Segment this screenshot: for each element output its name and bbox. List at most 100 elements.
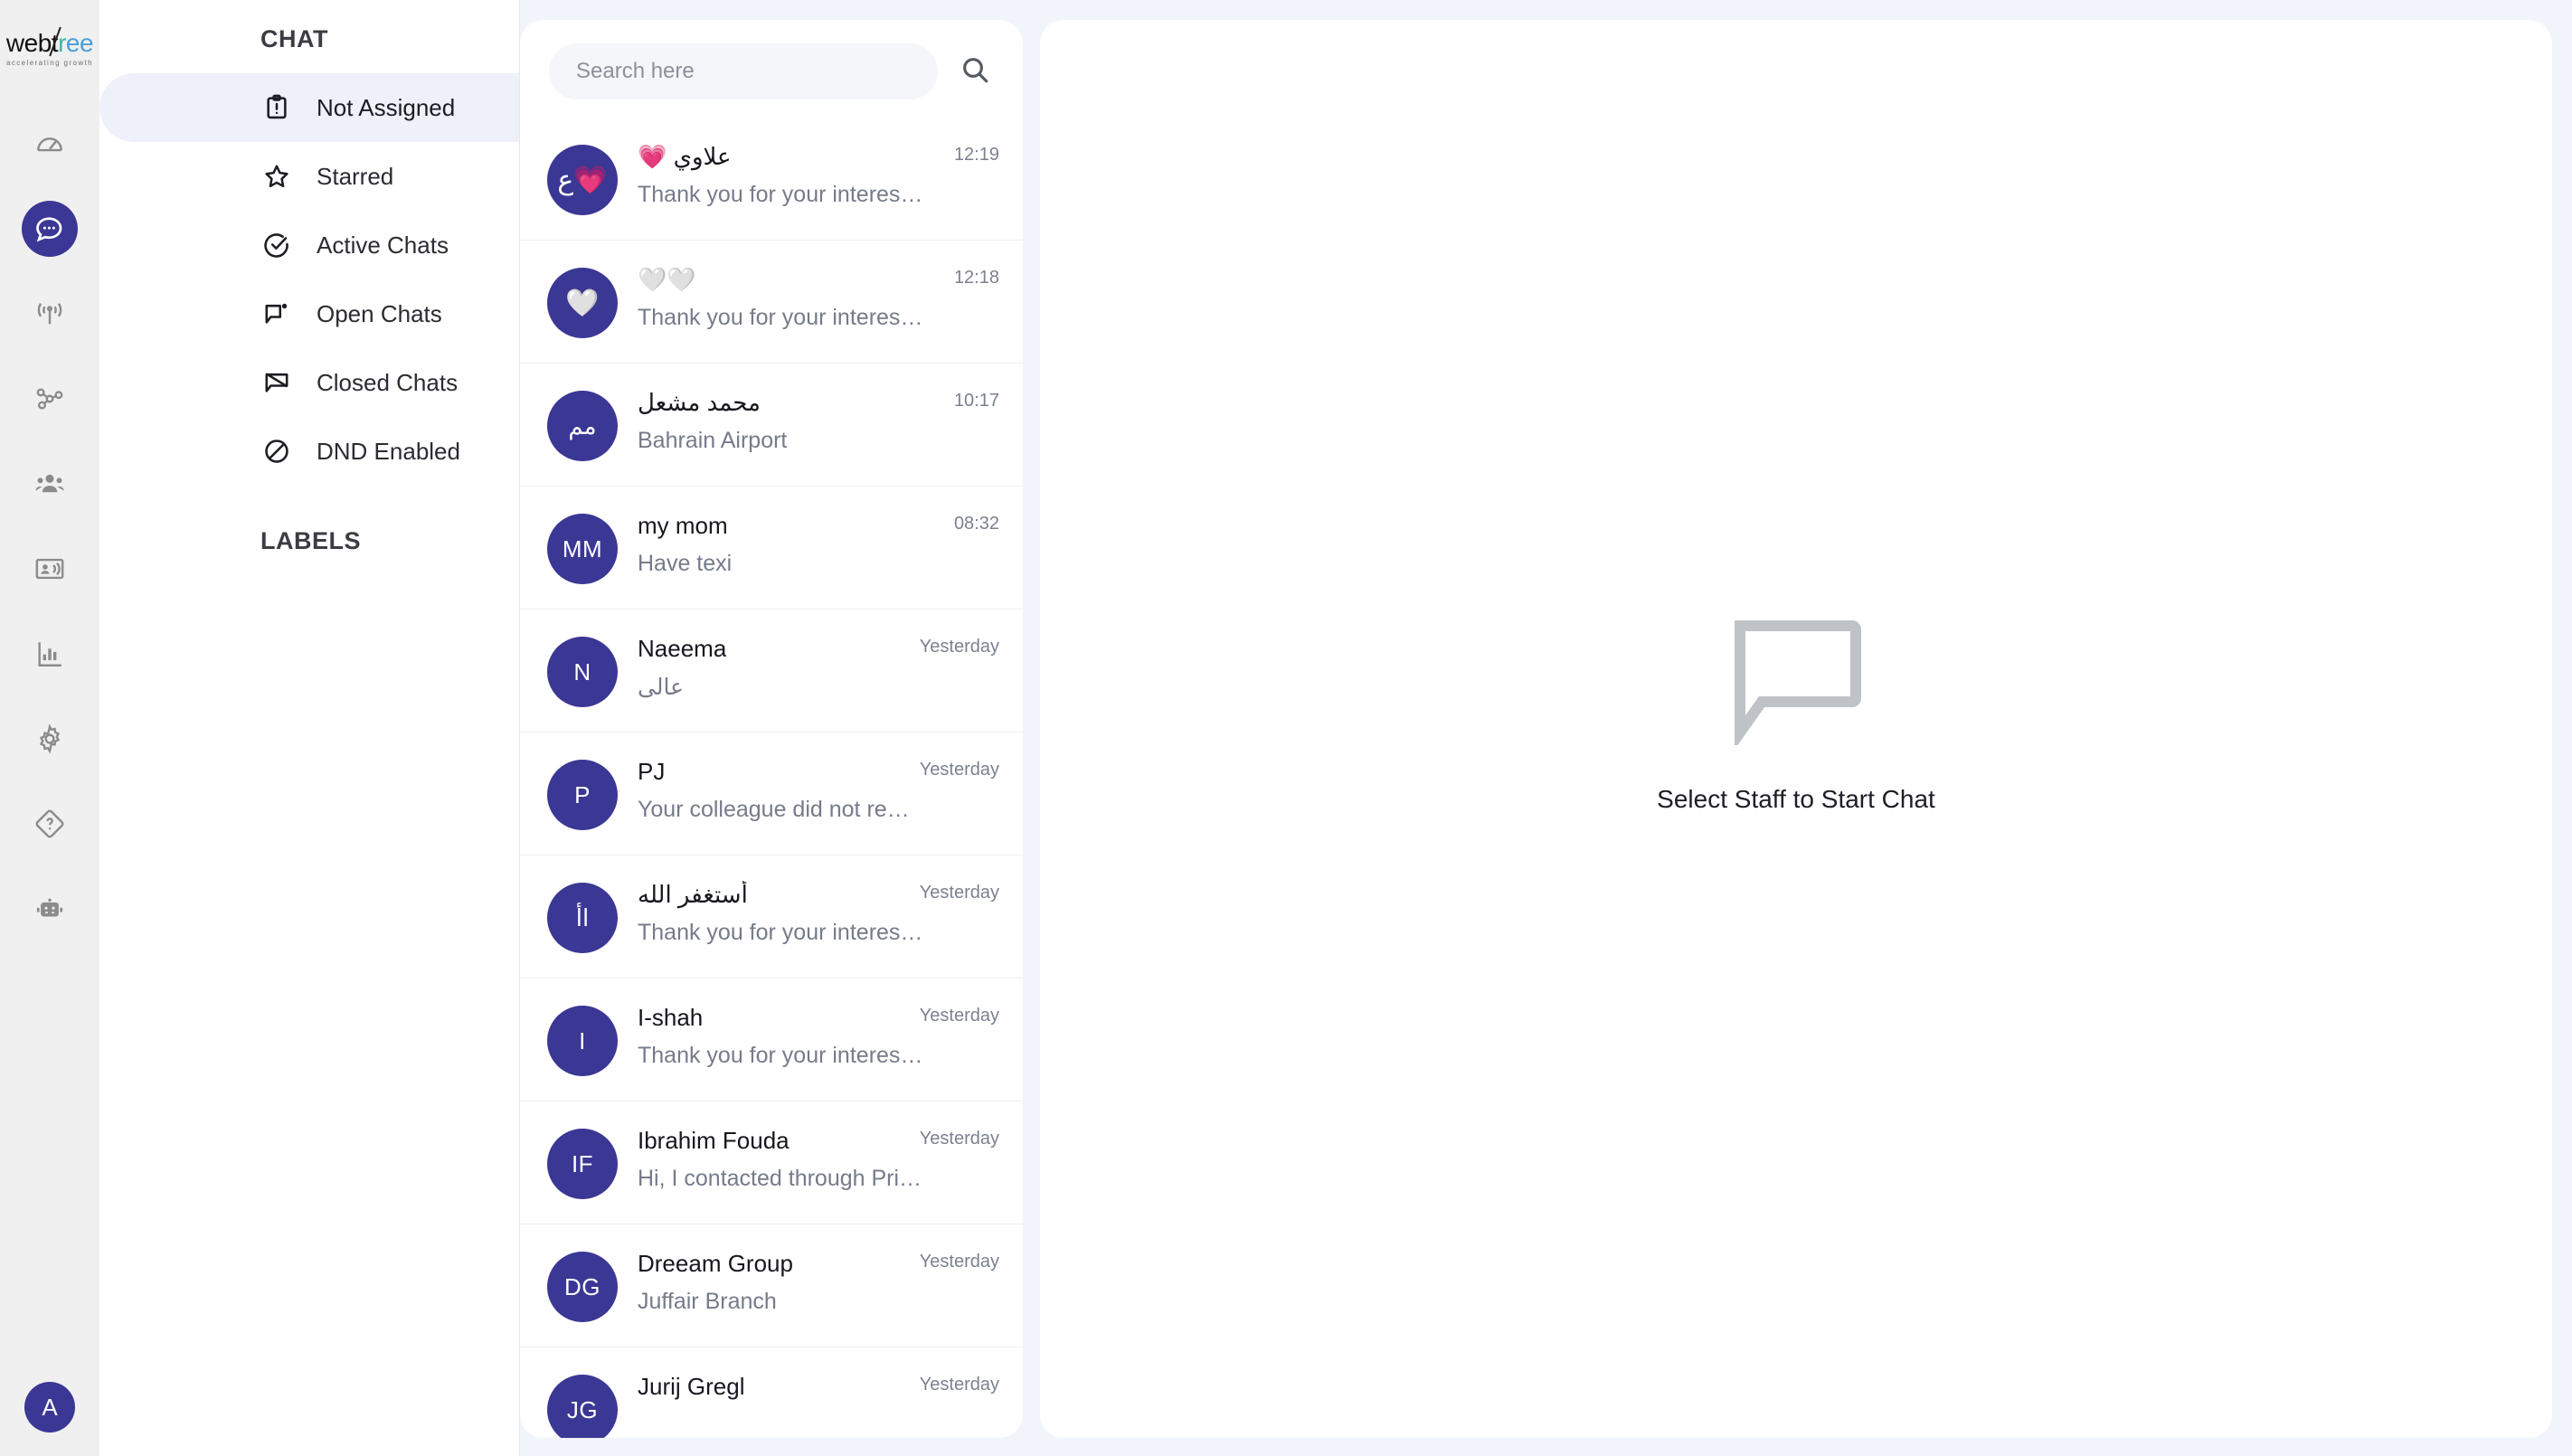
chat-contact-name: PJ <box>638 758 666 785</box>
chat-message-preview: Bahrain Airport <box>638 428 788 453</box>
chat-message-preview: Juffair Branch <box>638 1289 777 1314</box>
chat-timestamp: 08:32 <box>953 514 999 534</box>
chat-slash-icon <box>260 366 293 399</box>
sidebar-item-starred[interactable]: Starred <box>99 142 520 211</box>
chat-folder-sidebar: CHAT Not Assigned Starred Active Chats O… <box>99 0 520 1456</box>
chat-contact-name: 🤍🤍 <box>638 266 696 293</box>
rail-item-dashboard[interactable] <box>22 116 78 172</box>
user-avatar[interactable]: A <box>24 1382 75 1432</box>
chat-contact-name: Jurij Gregl <box>638 1373 745 1400</box>
chat-list-item[interactable]: ع💗 علاوي 💗 12:19 Thank you for your interes… <box>520 118 1023 241</box>
rail-item-flows[interactable] <box>22 371 78 427</box>
rail-item-contacts-group[interactable] <box>22 456 78 512</box>
sidebar-item-dnd-enabled[interactable]: DND Enabled <box>99 417 520 486</box>
chat-message-preview: Have texi <box>638 551 733 576</box>
chat-list-item[interactable]: اأ أستغفر الله Yesterday Thank you for your… <box>520 856 1023 979</box>
chat-contact-name: Ibrahim Fouda <box>638 1127 790 1154</box>
chat-item-body: my mom 08:32 Have texi <box>638 506 999 577</box>
labels-section-heading: LABELS <box>260 527 361 554</box>
chat-contact-name: أستغفر الله <box>638 881 748 908</box>
chat-item-body: 🤍🤍 12:18 Thank you for your interes… <box>638 260 999 331</box>
conversation-panel: Select Staff to Start Chat <box>1040 20 2552 1438</box>
chat-message-preview: عالى <box>638 675 684 700</box>
chat-avatar: N <box>547 637 618 707</box>
rail-item-help[interactable] <box>22 796 78 852</box>
rail-item-broadcast[interactable] <box>22 286 78 342</box>
chat-contact-name: I-shah <box>638 1004 704 1031</box>
sidebar-label: Starred <box>317 162 394 190</box>
contact-card-icon <box>34 553 65 584</box>
rail-icon-list <box>22 116 78 966</box>
sidebar-item-not-assigned[interactable]: Not Assigned <box>99 73 520 142</box>
chat-item-header: محمد مشعل 10:17 <box>638 389 999 417</box>
chat-list-item[interactable]: DG Dreeam Group Yesterday Juffair Branch <box>520 1224 1023 1347</box>
chat-item-body: محمد مشعل 10:17 Bahrain Airport <box>638 383 999 454</box>
rail-item-bot[interactable] <box>22 881 78 937</box>
chat-contact-name: محمد مشعل <box>638 389 761 416</box>
chat-message-preview: Hi, I contacted through Pri… <box>638 1166 922 1191</box>
check-circle-icon <box>260 229 293 261</box>
chat-list-item[interactable]: مم محمد مشعل 10:17 Bahrain Airport <box>520 364 1023 487</box>
chat-timestamp: Yesterday <box>919 1006 999 1026</box>
gear-icon <box>34 723 65 754</box>
chat-avatar: اأ <box>547 883 618 953</box>
chat-item-header: PJ Yesterday <box>638 758 999 786</box>
chat-bubble-dots-icon <box>33 213 66 245</box>
rail-item-analytics[interactable] <box>22 626 78 682</box>
sidebar-item-closed-chats[interactable]: Closed Chats <box>99 348 520 417</box>
chat-list-scroll[interactable]: ع💗 علاوي 💗 12:19 Thank you for your interes… <box>520 118 1023 1438</box>
chat-message-preview: Thank you for your interes… <box>638 305 923 330</box>
chat-item-body: I-shah Yesterday Thank you for your intere… <box>638 998 999 1069</box>
rail-item-chat[interactable] <box>22 201 78 257</box>
chat-timestamp: 10:17 <box>953 391 999 411</box>
chat-item-header: علاوي 💗 12:19 <box>638 143 999 171</box>
star-icon <box>260 160 293 193</box>
rail-item-contact-card[interactable] <box>22 541 78 597</box>
search-button[interactable] <box>954 51 996 92</box>
sidebar-item-active-chats[interactable]: Active Chats <box>99 211 520 279</box>
chat-bubble-outline-icon <box>1727 617 1865 745</box>
search-row <box>520 20 1023 118</box>
chat-item-header: my mom 08:32 <box>638 512 999 540</box>
empty-state-text: Select Staff to Start Chat <box>1657 785 1935 813</box>
chat-list-panel: ع💗 علاوي 💗 12:19 Thank you for your interes… <box>520 20 1023 1438</box>
search-input[interactable] <box>576 59 911 84</box>
chat-message-preview: Thank you for your interes… <box>638 920 923 945</box>
chat-avatar: JG <box>547 1375 618 1438</box>
chat-item-body: علاوي 💗 12:19 Thank you for your interes… <box>638 137 999 208</box>
chat-contact-name: Dreeam Group <box>638 1250 793 1277</box>
icon-rail: webtree accelerating growth <box>0 0 99 1456</box>
chat-timestamp: Yesterday <box>919 883 999 903</box>
chat-message-preview: Thank you for your interes… <box>638 182 923 207</box>
sidebar-label: Not Assigned <box>317 93 456 121</box>
chat-list-item[interactable]: IF Ibrahim Fouda Yesterday Hi, I contacted … <box>520 1101 1023 1224</box>
sidebar-label: Active Chats <box>317 231 449 259</box>
block-circle-icon <box>260 435 293 468</box>
chat-item-header: أستغفر الله Yesterday <box>638 881 999 909</box>
chat-avatar: I <box>547 1006 618 1076</box>
chat-list-item[interactable]: 🤍 🤍🤍 12:18 Thank you for your interes… <box>520 241 1023 364</box>
chat-item-header: Dreeam Group Yesterday <box>638 1250 999 1278</box>
chat-item-body: أستغفر الله Yesterday Thank you for your i… <box>638 875 999 946</box>
chat-list-item[interactable]: I I-shah Yesterday Thank you for your inter… <box>520 979 1023 1101</box>
sidebar-label: Open Chats <box>317 299 442 327</box>
bar-chart-icon <box>34 638 65 669</box>
chat-list-item[interactable]: MM my mom 08:32 Have texi <box>520 487 1023 610</box>
antenna-broadcast-icon <box>34 298 65 329</box>
sidebar-item-open-chats[interactable]: Open Chats <box>99 279 520 348</box>
speedometer-icon <box>34 128 65 159</box>
chat-message-preview: Your colleague did not re… <box>638 797 910 822</box>
logo-tagline: accelerating growth <box>6 59 93 67</box>
chat-contact-name: my mom <box>638 512 728 539</box>
app-logo: webtree accelerating growth <box>0 0 99 90</box>
chat-list-item[interactable]: N Naeema Yesterday عالى <box>520 610 1023 733</box>
logo-wordmark: webtree <box>6 26 94 57</box>
people-group-icon <box>34 468 65 499</box>
search-box[interactable] <box>549 43 938 99</box>
empty-state: Select Staff to Start Chat <box>1657 617 1935 814</box>
rail-item-settings[interactable] <box>22 711 78 767</box>
chat-avatar: MM <box>547 514 618 584</box>
chat-list-item[interactable]: JG Jurij Gregl Yesterday <box>520 1347 1023 1438</box>
sidebar-label: Closed Chats <box>317 368 459 396</box>
chat-list-item[interactable]: P PJ Yesterday Your colleague did not re… <box>520 733 1023 856</box>
